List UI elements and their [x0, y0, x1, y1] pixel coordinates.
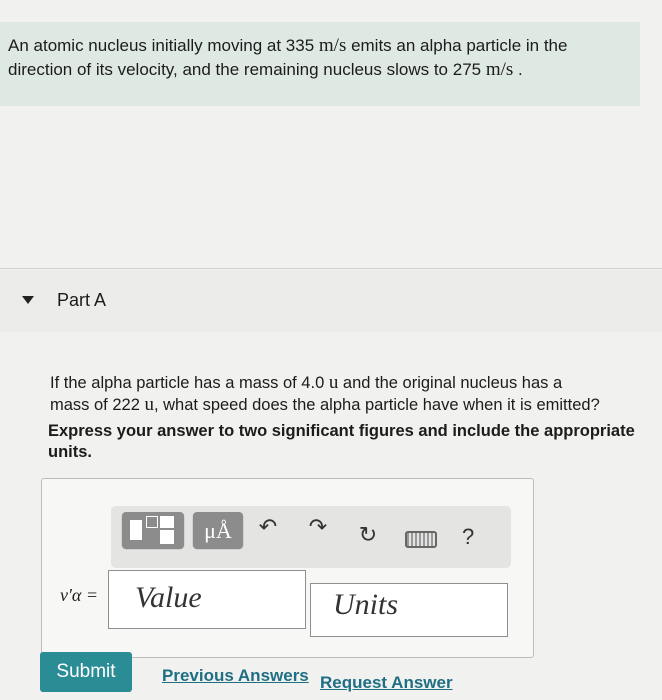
unit-ms: m/s	[485, 59, 514, 80]
templates-icon-box	[160, 516, 174, 528]
redo-icon[interactable]: ↷	[306, 514, 330, 540]
templates-button[interactable]	[122, 512, 184, 548]
collapse-caret-icon[interactable]	[22, 296, 34, 304]
unit-u: u	[144, 394, 154, 415]
problem-statement: An atomic nucleus initially moving at 33…	[0, 22, 640, 106]
templates-icon	[130, 520, 142, 540]
request-answer-link[interactable]: Request Answer	[320, 673, 453, 693]
submit-button[interactable]: Submit	[40, 652, 132, 692]
help-icon[interactable]: ?	[462, 524, 474, 550]
problem-line-2: direction of its velocity, and the remai…	[8, 59, 523, 80]
previous-answers-link[interactable]: Previous Answers	[162, 666, 309, 686]
reset-icon[interactable]: ↻	[356, 522, 380, 548]
answer-variable-label: v′α =	[60, 585, 99, 605]
section-divider	[0, 268, 662, 269]
question-text: If the alpha particle has a mass of 4.0 …	[50, 372, 660, 416]
value-input[interactable]: Value	[108, 570, 306, 629]
answer-instruction: Express your answer to two significant f…	[48, 422, 635, 461]
symbols-button[interactable]: μÅ	[193, 512, 243, 548]
templates-icon-box	[160, 530, 174, 544]
problem-line-1: An atomic nucleus initially moving at 33…	[8, 35, 568, 56]
keyboard-icon[interactable]	[405, 531, 437, 548]
templates-icon-box	[146, 516, 158, 528]
question-line-1: If the alpha particle has a mass of 4.0 …	[50, 372, 563, 393]
unit-ms: m/s	[318, 35, 347, 56]
undo-icon[interactable]: ↶	[256, 514, 280, 540]
units-input[interactable]: Units	[310, 583, 508, 637]
unit-u: u	[328, 372, 339, 393]
question-line-2: mass of 222 u, what speed does the alpha…	[50, 394, 600, 415]
part-title[interactable]: Part A	[57, 290, 106, 311]
